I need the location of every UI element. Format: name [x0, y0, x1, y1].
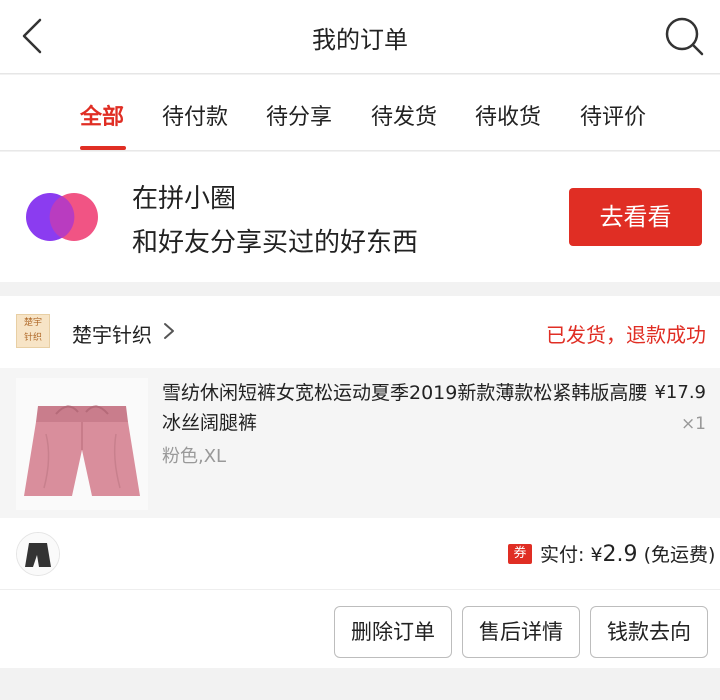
- paid-amount: 实付: ¥2.9 (免运费): [540, 542, 716, 567]
- banner-subtitle: 和好友分享买过的好东西: [132, 228, 419, 258]
- product-item[interactable]: 雪纺休闲短裤女宽松运动夏季2019新款薄款松紧韩版高腰冰丝阔腿裤 粉色,XL ¥…: [0, 368, 720, 518]
- tab-pending-payment[interactable]: 待付款: [162, 99, 228, 131]
- product-spec: 粉色,XL: [162, 446, 227, 467]
- money-flow-button[interactable]: 钱款去向: [590, 606, 708, 658]
- tab-pending-share[interactable]: 待分享: [266, 99, 332, 131]
- payment-summary: 券 实付: ¥2.9 (免运费): [0, 518, 720, 590]
- order-card: 楚宇 针织 楚宇针织 已发货，退款成功 雪纺休闲短裤女宽松运动夏季2019新款薄…: [0, 296, 720, 668]
- search-icon[interactable]: [662, 14, 706, 58]
- delete-order-button[interactable]: 删除订单: [334, 606, 452, 658]
- order-tabs: 全部 待付款 待分享 待发货 待收货 待评价: [0, 75, 720, 151]
- shop-logo: 楚宇 针织: [16, 314, 50, 348]
- page-title: 我的订单: [312, 26, 408, 54]
- order-status-text: 已发货，退款成功: [546, 323, 706, 347]
- shorts-image: [16, 378, 148, 510]
- product-image: [16, 378, 148, 510]
- product-title: 雪纺休闲短裤女宽松运动夏季2019新款薄款松紧韩版高腰冰丝阔腿裤: [162, 382, 648, 434]
- tab-pending-review[interactable]: 待评价: [580, 99, 646, 131]
- top-nav-bar: 我的订单: [0, 0, 720, 74]
- shop-header[interactable]: 楚宇 针织 楚宇针织 已发货，退款成功: [0, 296, 720, 366]
- coupon-badge: 券: [508, 544, 532, 564]
- product-quantity: ×1: [680, 414, 706, 434]
- avatar[interactable]: [16, 532, 60, 576]
- tab-pending-shipment[interactable]: 待发货: [371, 99, 437, 131]
- shop-name[interactable]: 楚宇针织: [72, 319, 152, 348]
- after-sale-details-button[interactable]: 售后详情: [462, 606, 580, 658]
- go-look-button[interactable]: 去看看: [569, 188, 702, 246]
- chevron-right-icon[interactable]: [158, 320, 180, 342]
- tab-all[interactable]: 全部: [80, 99, 124, 131]
- product-price: ¥17.9: [654, 382, 706, 403]
- pin-circle-logo-icon: [26, 193, 98, 241]
- active-tab-indicator: [80, 146, 126, 150]
- avatar-image: [17, 533, 59, 575]
- pin-circle-banner: 在拼小圈 和好友分享买过的好东西 去看看: [0, 152, 720, 282]
- banner-title: 在拼小圈: [132, 184, 237, 214]
- tab-pending-receipt[interactable]: 待收货: [475, 99, 541, 131]
